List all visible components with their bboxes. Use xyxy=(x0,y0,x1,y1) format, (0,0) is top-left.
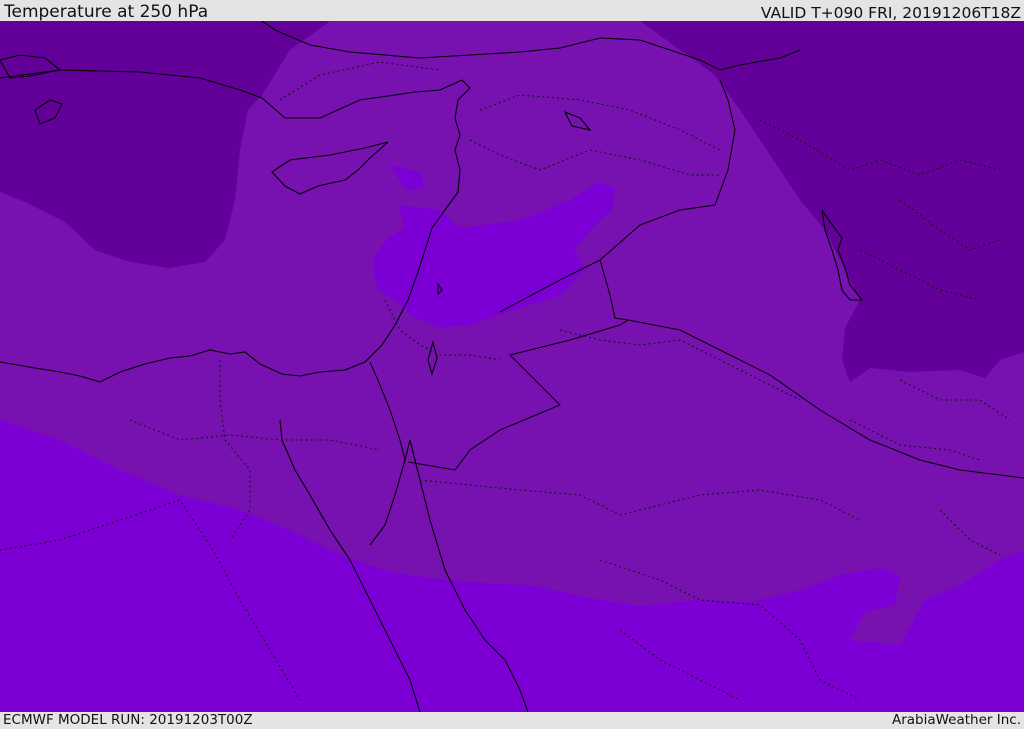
header-bar: Temperature at 250 hPa VALID T+090 FRI, … xyxy=(0,0,1024,21)
map-title: Temperature at 250 hPa xyxy=(4,2,209,22)
model-run-label: ECMWF MODEL RUN: 20191203T00Z xyxy=(3,712,253,728)
valid-time-label: VALID T+090 FRI, 20191206T18Z xyxy=(760,4,1021,22)
credit-label: ArabiaWeather Inc. xyxy=(891,712,1021,728)
map-canvas xyxy=(0,21,1024,712)
temperature-map[interactable] xyxy=(0,21,1024,712)
footer-bar: ECMWF MODEL RUN: 20191203T00Z ArabiaWeat… xyxy=(0,712,1024,729)
